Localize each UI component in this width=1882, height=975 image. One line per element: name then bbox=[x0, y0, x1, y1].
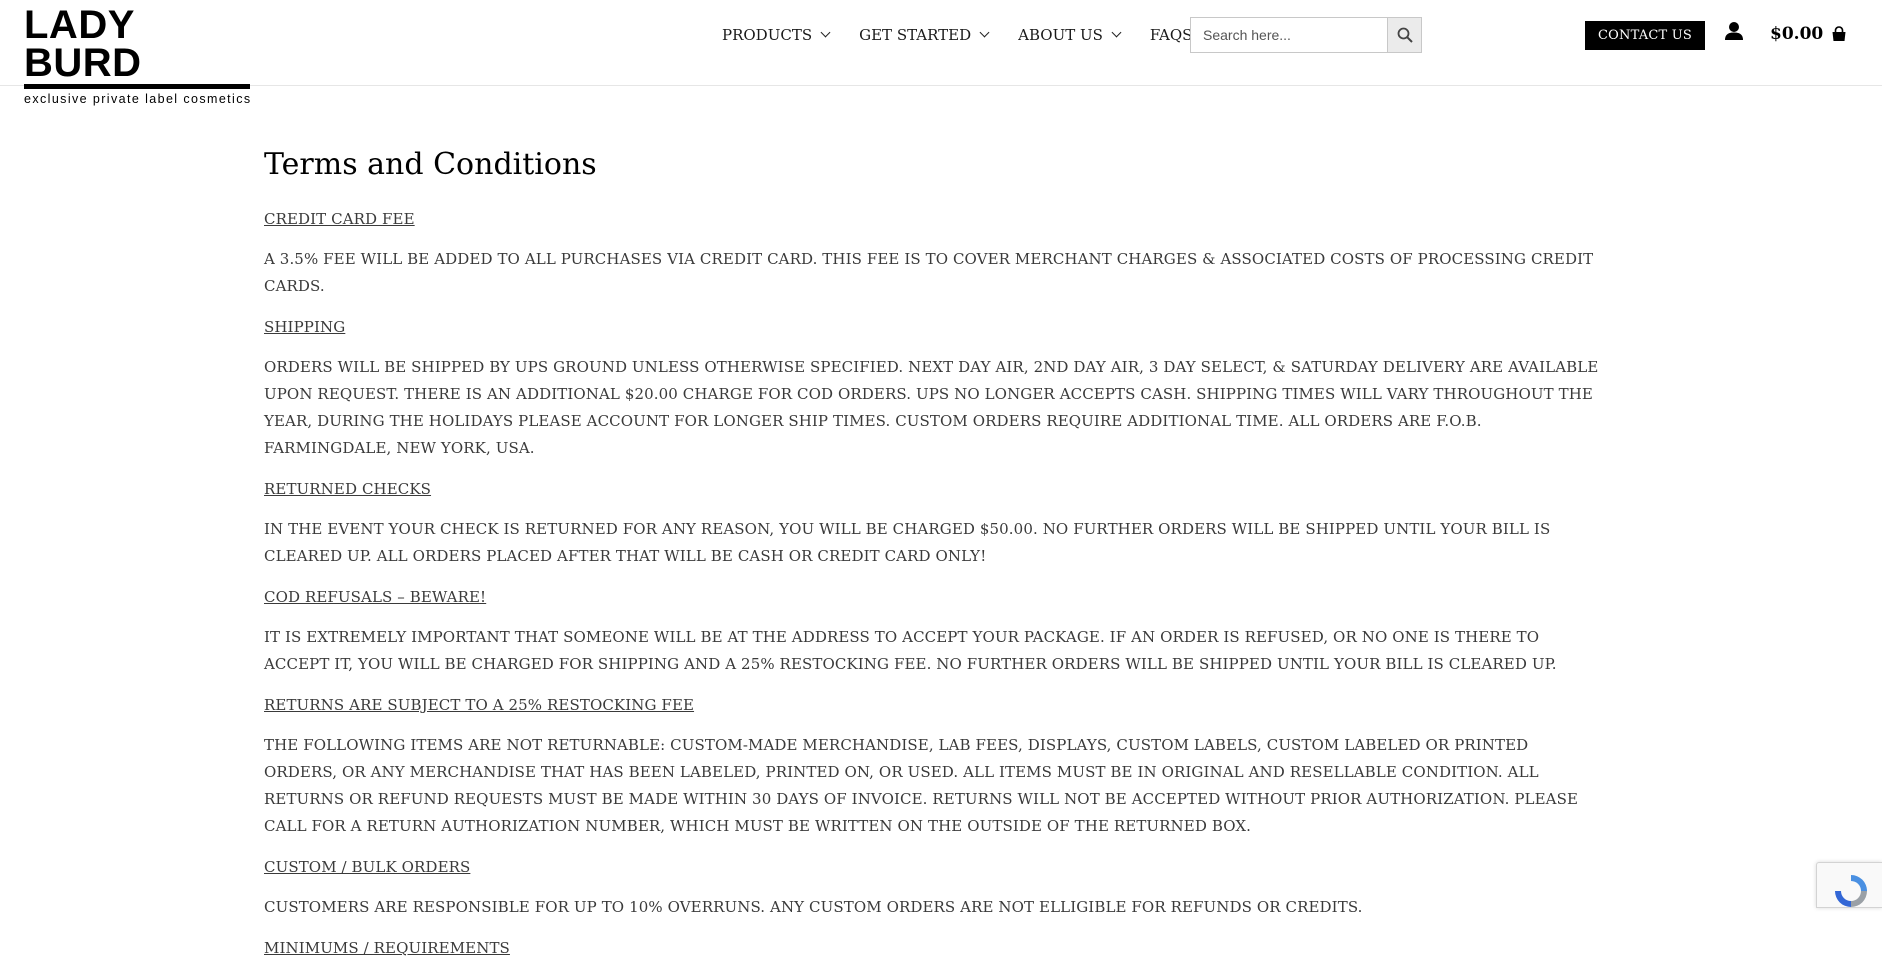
user-icon bbox=[1725, 22, 1743, 40]
section-heading-cod-refusals: COD REFUSALS – BEWARE! bbox=[264, 588, 487, 606]
section-body-credit-card-fee: A 3.5% FEE WILL BE ADDED TO ALL PURCHASE… bbox=[264, 250, 1594, 295]
nav-item-label: PRODUCTS bbox=[722, 26, 813, 44]
contact-us-button[interactable]: CONTACT US bbox=[1585, 21, 1705, 50]
cart-button[interactable]: $0.00 bbox=[1770, 22, 1847, 46]
site-logo[interactable]: LADY BURD exclusive private label cosmet… bbox=[24, 5, 252, 106]
nav-item-about-us[interactable]: ABOUT US bbox=[1018, 26, 1122, 44]
search-button[interactable] bbox=[1387, 17, 1422, 53]
nav-item-get-started[interactable]: GET STARTED bbox=[859, 26, 990, 44]
search-icon bbox=[1397, 27, 1413, 43]
page-title: Terms and Conditions bbox=[264, 147, 597, 182]
chevron-down-icon bbox=[979, 27, 990, 38]
cart-total: $0.00 bbox=[1770, 24, 1824, 44]
nav-item-faqs[interactable]: FAQS bbox=[1150, 26, 1193, 44]
main-content: Terms and Conditions CREDIT CARD FEE A 3… bbox=[264, 144, 1604, 975]
search-input[interactable] bbox=[1190, 17, 1387, 53]
nav-item-label: GET STARTED bbox=[859, 26, 972, 44]
section-heading-custom-bulk-orders: CUSTOM / BULK ORDERS bbox=[264, 858, 471, 876]
site-header: LADY BURD exclusive private label cosmet… bbox=[0, 0, 1882, 106]
section-heading-returns: RETURNS ARE SUBJECT TO A 25% RESTOCKING … bbox=[264, 696, 695, 714]
nav-item-label: FAQS bbox=[1149, 26, 1193, 44]
main-nav: PRODUCTS GET STARTED ABOUT US FAQS bbox=[722, 22, 1222, 48]
search-form bbox=[1190, 17, 1422, 53]
section-heading-minimums-requirements: MINIMUMS / REQUIREMENTS bbox=[264, 939, 510, 957]
section-body-shipping: ORDERS WILL BE SHIPPED BY UPS GROUND UNL… bbox=[264, 358, 1599, 457]
chevron-down-icon bbox=[820, 27, 831, 38]
logo-tagline: exclusive private label cosmetics bbox=[24, 92, 252, 106]
recaptcha-icon bbox=[1835, 875, 1867, 907]
shopping-bag-icon bbox=[1832, 26, 1846, 41]
nav-item-products[interactable]: PRODUCTS bbox=[722, 26, 831, 44]
recaptcha-badge[interactable] bbox=[1816, 862, 1882, 908]
section-heading-shipping: SHIPPING bbox=[264, 318, 346, 336]
section-body-returned-checks: IN THE EVENT YOUR CHECK IS RETURNED FOR … bbox=[264, 520, 1551, 565]
section-body-returns: THE FOLLOWING ITEMS ARE NOT RETURNABLE: … bbox=[264, 736, 1578, 835]
account-button[interactable] bbox=[1724, 21, 1744, 41]
chevron-down-icon bbox=[1111, 27, 1122, 38]
nav-item-label: ABOUT US bbox=[1018, 26, 1103, 44]
section-heading-credit-card-fee: CREDIT CARD FEE bbox=[264, 210, 415, 228]
section-body-cod-refusals: IT IS EXTREMELY IMPORTANT THAT SOMEONE W… bbox=[264, 628, 1557, 673]
section-heading-returned-checks: RETURNED CHECKS bbox=[264, 480, 432, 498]
logo-name: LADY BURD bbox=[24, 3, 142, 85]
